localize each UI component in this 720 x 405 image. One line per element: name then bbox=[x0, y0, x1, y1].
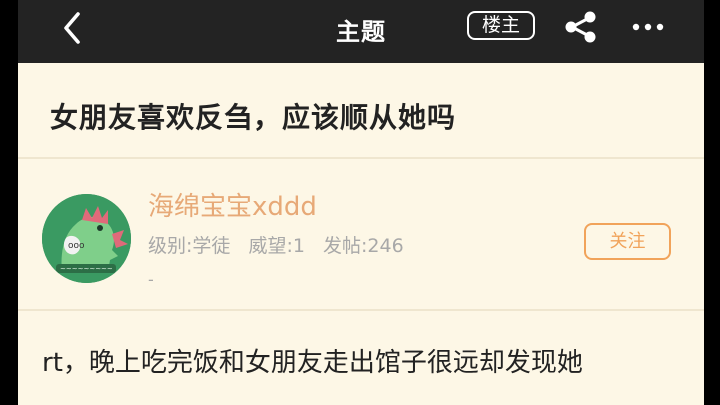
divider bbox=[18, 309, 704, 311]
more-options-button[interactable] bbox=[626, 9, 670, 45]
author-signature: - bbox=[148, 270, 154, 289]
share-button[interactable] bbox=[561, 9, 599, 45]
owner-only-button[interactable]: 楼主 bbox=[467, 11, 535, 40]
app-screen: 主题 楼主 女朋友喜欢反刍，应该顺从她吗 ooo ~~~~~~~~~ 海绵宝宝x… bbox=[18, 0, 704, 405]
divider bbox=[18, 157, 704, 159]
author-avatar[interactable]: ooo ~~~~~~~~~ bbox=[42, 194, 131, 283]
author-name[interactable]: 海绵宝宝xddd bbox=[148, 186, 317, 223]
top-navigation-bar: 主题 楼主 bbox=[18, 0, 704, 63]
right-bezel bbox=[704, 0, 720, 405]
follow-button[interactable]: 关注 bbox=[584, 223, 671, 260]
author-prestige: 威望:1 bbox=[248, 235, 305, 257]
post-title: 女朋友喜欢反刍，应该顺从她吗 bbox=[50, 101, 457, 134]
share-icon bbox=[565, 11, 596, 43]
page-title: 主题 bbox=[336, 18, 386, 46]
green-dinosaur-avatar: ooo ~~~~~~~~~ bbox=[42, 194, 131, 283]
svg-text:ooo: ooo bbox=[68, 241, 85, 251]
left-bezel bbox=[0, 0, 18, 405]
author-stats: 级别:学徒 威望:1 发帖:246 bbox=[148, 231, 416, 258]
post-body-line: rt，晚上吃完饭和女朋友走出馆子很远却发现她 bbox=[42, 348, 583, 378]
author-post-count: 发帖:246 bbox=[323, 235, 404, 257]
svg-text:~~~~~~~~~: ~~~~~~~~~ bbox=[60, 265, 113, 273]
more-dots-icon bbox=[632, 23, 664, 31]
author-level: 级别:学徒 bbox=[148, 235, 231, 257]
post-body-text: rt，晚上吃完饭和女朋友走出馆子很远却发现她 bbox=[42, 344, 682, 382]
